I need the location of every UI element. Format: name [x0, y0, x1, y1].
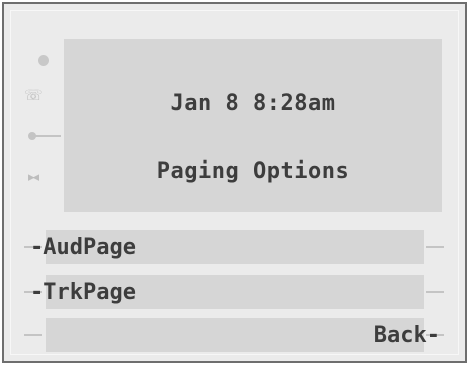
main-display: Jan 8 8:28am Paging Options: [64, 39, 442, 212]
softkey-label: -AudPage: [30, 235, 136, 260]
softkey-label: -TrkPage: [30, 280, 136, 305]
screen-title: Paging Options: [156, 159, 350, 184]
handset-icon: ☏: [24, 86, 43, 104]
softkey-right-tick: [426, 246, 444, 248]
key-icon: [28, 131, 62, 141]
softkey-bar: [46, 318, 424, 352]
status-dot-icon: [38, 55, 49, 66]
softkey-back[interactable]: Back-: [24, 318, 444, 352]
mute-icon: ▸◂: [28, 170, 39, 185]
softkey-audpage[interactable]: -AudPage: [24, 230, 444, 264]
softkey-right-tick: [426, 291, 444, 293]
softkey-label: Back-: [373, 323, 440, 348]
softkey-trkpage[interactable]: -TrkPage: [24, 275, 444, 309]
softkey-left-tick: [24, 334, 42, 336]
datetime-display: Jan 8 8:28am: [170, 91, 336, 116]
